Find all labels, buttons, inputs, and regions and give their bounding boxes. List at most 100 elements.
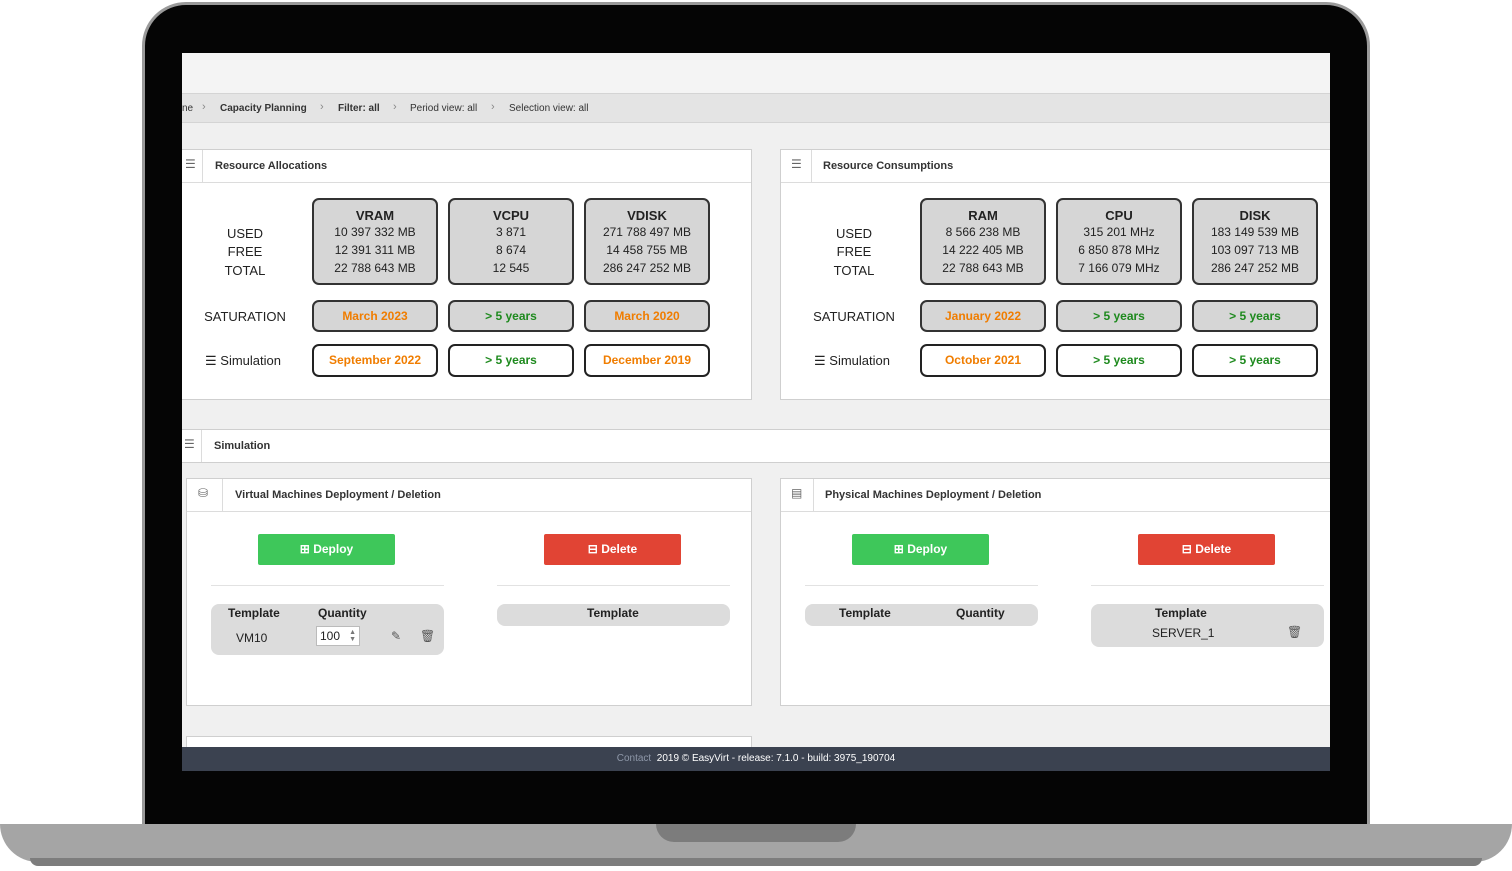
row-template: SERVER_1 (1152, 626, 1215, 640)
contact-link[interactable]: Contact (617, 753, 651, 764)
breadcrumb-period-view[interactable]: Period view: all (410, 103, 477, 114)
plus-square-icon: ⊞ (299, 542, 310, 556)
breadcrumb-capacity-planning[interactable]: Capacity Planning (220, 103, 307, 114)
used-label: USED (835, 226, 873, 241)
breadcrumb-filter[interactable]: Filter: all (338, 103, 380, 114)
stat-free: 14 458 755 MB (606, 243, 688, 257)
stat-used: 8 566 238 MB (945, 225, 1021, 239)
panel-title: Resource Allocations (215, 160, 328, 172)
stat-total: 12 545 (492, 261, 530, 275)
button-label: Deploy (313, 542, 354, 556)
chevron-right-icon: › (491, 101, 495, 113)
stat-total: 286 247 252 MB (602, 261, 692, 275)
section-title: Simulation (214, 440, 271, 452)
cubes-icon: ⛁ (198, 486, 209, 500)
trash-icon[interactable]: 🗑 (1287, 625, 1302, 639)
stat-free: 103 097 713 MB (1210, 243, 1300, 257)
button-label: Deploy (907, 542, 948, 556)
vm-delete-table: Template (497, 604, 730, 626)
vm-delete-button[interactable]: ⊟ Delete (544, 534, 681, 565)
button-label: Delete (1195, 542, 1232, 556)
sliders-icon[interactable]: ☰ (184, 437, 195, 451)
divider (805, 585, 1038, 586)
stat-header: CPU (1105, 208, 1133, 223)
simulation-vram: September 2022 (312, 344, 438, 377)
chevron-right-icon: › (393, 101, 397, 113)
stat-free: 8 674 (495, 243, 527, 257)
pm-delete-table: Template SERVER_1 🗑 (1091, 604, 1324, 647)
simulation-ram: October 2021 (920, 344, 1046, 377)
col-template: Template (228, 606, 280, 620)
saturation-vcpu: > 5 years (448, 300, 574, 332)
col-template: Template (1155, 606, 1207, 620)
resource-consumptions-panel: ☰ Resource Consumptions USED FREE TOTAL … (780, 149, 1330, 400)
stat-header: DISK (1239, 208, 1271, 223)
stat-total: 22 788 643 MB (942, 261, 1024, 275)
panel-header: ⛁ Virtual Machines Deployment / Deletion (187, 479, 751, 512)
row-template: VM10 (236, 631, 268, 645)
saturation-vdisk: March 2020 (584, 300, 710, 332)
pm-deploy-table: Template Quantity (805, 604, 1038, 626)
stat-box-ram: RAM 8 566 238 MB 14 222 405 MB 22 788 64… (920, 198, 1046, 285)
simulation-disk: > 5 years (1192, 344, 1318, 377)
stat-used: 271 788 497 MB (602, 225, 692, 239)
simulation-vcpu: > 5 years (448, 344, 574, 377)
panel-title: Physical Machines Deployment / Deletion (825, 489, 1042, 501)
simulation-label-text: Simulation (829, 353, 890, 368)
vm-deploy-table: Template Quantity VM10 100 ▲ ▼ ✎ 🗑 (211, 604, 444, 655)
stat-header: RAM (968, 208, 998, 223)
simulation-cpu: > 5 years (1056, 344, 1182, 377)
sliders-icon: ☰ (814, 353, 826, 368)
stat-total: 7 166 079 MHz (1078, 261, 1160, 275)
sliders-icon[interactable]: ☰ (791, 157, 802, 171)
header-divider (811, 150, 812, 182)
stepper-arrows-icon[interactable]: ▲ ▼ (349, 629, 356, 643)
stat-used: 183 149 539 MB (1210, 225, 1300, 239)
stat-used: 10 397 332 MB (334, 225, 416, 239)
pencil-icon[interactable]: ✎ (391, 629, 401, 643)
breadcrumb-selection-view[interactable]: Selection view: all (509, 103, 588, 114)
stat-box-vdisk: VDISK 271 788 497 MB 14 458 755 MB 286 2… (584, 198, 710, 285)
pm-deployment-panel: ▤ Physical Machines Deployment / Deletio… (780, 478, 1330, 706)
breadcrumb: ne › Capacity Planning › Filter: all › P… (182, 93, 1330, 123)
breadcrumb-home[interactable]: ne (182, 103, 193, 114)
quantity-value: 100 (320, 629, 341, 643)
simulation-section-header: ☰ Simulation (182, 429, 1330, 463)
col-quantity: Quantity (956, 606, 1005, 620)
plus-square-icon: ⊞ (893, 542, 904, 556)
simulation-label: ☰ Simulation (814, 353, 890, 369)
laptop-base-shadow (30, 858, 1482, 866)
footer-text: 2019 © EasyVirt - release: 7.1.0 - build… (656, 753, 896, 764)
stat-free: 12 391 311 MB (334, 243, 416, 257)
minus-square-icon: ⊟ (1181, 542, 1192, 556)
stat-used: 3 871 (495, 225, 527, 239)
col-quantity: Quantity (318, 606, 367, 620)
resource-allocations-panel: ☰ Resource Allocations USED FREE TOTAL S… (182, 149, 752, 400)
free-label: FREE (227, 244, 263, 259)
header-divider (201, 430, 202, 462)
stat-total: 22 788 643 MB (334, 261, 416, 275)
panel-title: Resource Consumptions (823, 160, 954, 172)
stat-total: 286 247 252 MB (1210, 261, 1300, 275)
stat-header: VCPU (492, 208, 530, 223)
simulation-label-text: Simulation (220, 353, 281, 368)
stat-box-vcpu: VCPU 3 871 8 674 12 545 (448, 198, 574, 285)
used-label: USED (226, 226, 264, 241)
sliders-icon[interactable]: ☰ (185, 157, 196, 171)
divider (1091, 585, 1324, 586)
free-label: FREE (836, 244, 872, 259)
minus-square-icon: ⊟ (587, 542, 598, 556)
panel-title: Virtual Machines Deployment / Deletion (235, 489, 441, 501)
chevron-right-icon: › (202, 101, 206, 113)
saturation-disk: > 5 years (1192, 300, 1318, 332)
saturation-vram: March 2023 (312, 300, 438, 332)
pm-delete-button[interactable]: ⊟ Delete (1138, 534, 1275, 565)
pm-deploy-button[interactable]: ⊞ Deploy (852, 534, 989, 565)
panel-header: ☰ Resource Allocations (182, 150, 751, 183)
vm-deployment-panel: ⛁ Virtual Machines Deployment / Deletion… (186, 478, 752, 706)
trash-icon[interactable]: 🗑 (420, 629, 435, 643)
stat-header: VRAM (355, 208, 395, 223)
vm-deploy-button[interactable]: ⊞ Deploy (258, 534, 395, 565)
saturation-label: SATURATION (204, 309, 286, 324)
quantity-stepper[interactable]: 100 ▲ ▼ (316, 626, 360, 646)
